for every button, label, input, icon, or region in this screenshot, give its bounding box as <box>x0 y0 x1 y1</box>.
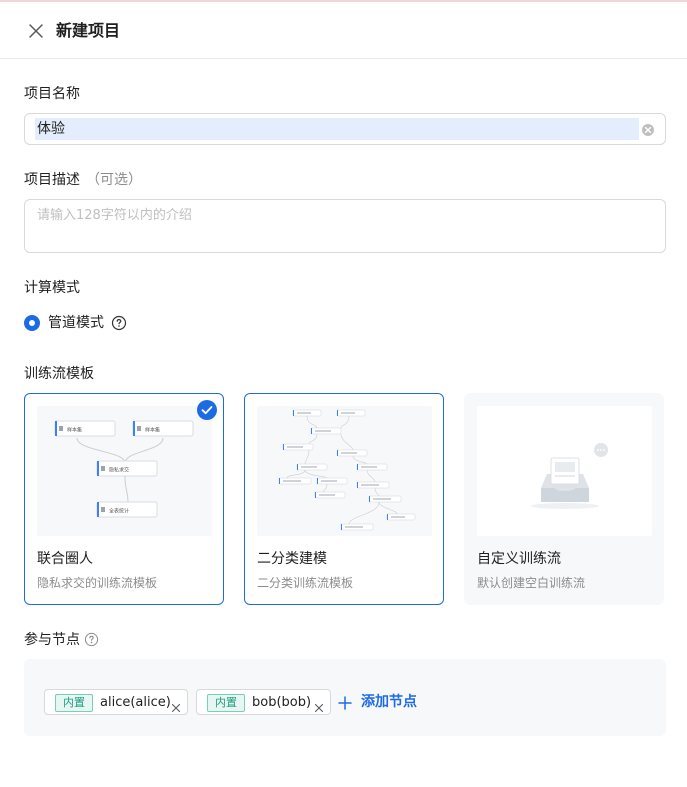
nodes-label: 参与节点 <box>24 632 80 648</box>
template-thumbnail <box>257 406 432 536</box>
project-desc-label-text: 项目描述 <box>24 172 80 188</box>
builtin-badge: 内置 <box>207 694 245 712</box>
check-icon <box>197 400 217 420</box>
thumb-node <box>132 420 194 437</box>
thumb-node-label: 全表统计 <box>109 508 129 515</box>
pipeline-mode-radio[interactable] <box>24 315 40 331</box>
node-name: bob(bob) <box>252 695 312 710</box>
close-icon[interactable] <box>26 21 46 41</box>
clear-icon[interactable] <box>641 122 655 136</box>
project-desc-label: 项目描述 （可选） <box>24 170 142 190</box>
template-thumbnail: 样本集 样本集 隐私求交 全表统计 <box>37 406 212 536</box>
nodes-panel: 内置 alice(alice) 内置 bob(bob) 添加节点 <box>24 659 666 736</box>
thumb-node <box>54 420 116 437</box>
drawer-header: 新建项目 <box>0 2 687 59</box>
text-selection <box>35 118 639 140</box>
project-desc-textarea[interactable]: 请输入128字符以内的介绍 <box>24 199 666 253</box>
node-tag-bob: 内置 bob(bob) <box>196 689 331 715</box>
plus-icon <box>338 695 352 710</box>
template-card-joint-audience[interactable]: 样本集 样本集 隐私求交 全表统计 联合圈人 隐私求交的训练流模板 <box>24 393 224 605</box>
add-node-label: 添加节点 <box>361 694 417 710</box>
thumb-node-label: 样本集 <box>145 427 160 434</box>
help-icon[interactable] <box>111 315 127 331</box>
template-desc: 隐私求交的训练流模板 <box>37 576 158 590</box>
node-name: alice(alice) <box>100 695 171 710</box>
remove-node-icon[interactable] <box>314 698 324 713</box>
template-thumbnail <box>477 406 652 536</box>
template-name: 自定义训练流 <box>477 551 561 567</box>
compute-mode-label: 计算模式 <box>24 280 80 296</box>
template-name: 二分类建模 <box>257 551 327 567</box>
project-name-value: 体验 <box>37 121 65 137</box>
optional-hint: （可选） <box>86 172 142 188</box>
template-name: 联合圈人 <box>37 551 93 567</box>
project-name-label: 项目名称 <box>24 86 80 102</box>
desc-placeholder: 请输入128字符以内的介绍 <box>37 208 192 223</box>
thumb-node-label: 隐私求交 <box>109 467 129 474</box>
template-label: 训练流模板 <box>24 366 94 382</box>
template-desc: 二分类训练流模板 <box>257 576 354 590</box>
remove-node-icon[interactable] <box>171 698 181 713</box>
pipeline-mode-label[interactable]: 管道模式 <box>48 313 104 333</box>
help-icon[interactable] <box>84 632 99 647</box>
project-name-input[interactable]: 体验 <box>24 113 666 145</box>
node-tag-alice: 内置 alice(alice) <box>44 689 188 715</box>
empty-inbox-icon <box>531 443 608 509</box>
builtin-badge: 内置 <box>55 694 93 712</box>
template-card-custom[interactable]: 自定义训练流 默认创建空白训练流 <box>464 393 664 605</box>
template-desc: 默认创建空白训练流 <box>477 576 586 590</box>
page-title: 新建项目 <box>56 21 121 40</box>
thumb-node-label: 样本集 <box>67 427 82 434</box>
template-card-binary-classification[interactable]: 二分类建模 二分类训练流模板 <box>244 393 444 605</box>
